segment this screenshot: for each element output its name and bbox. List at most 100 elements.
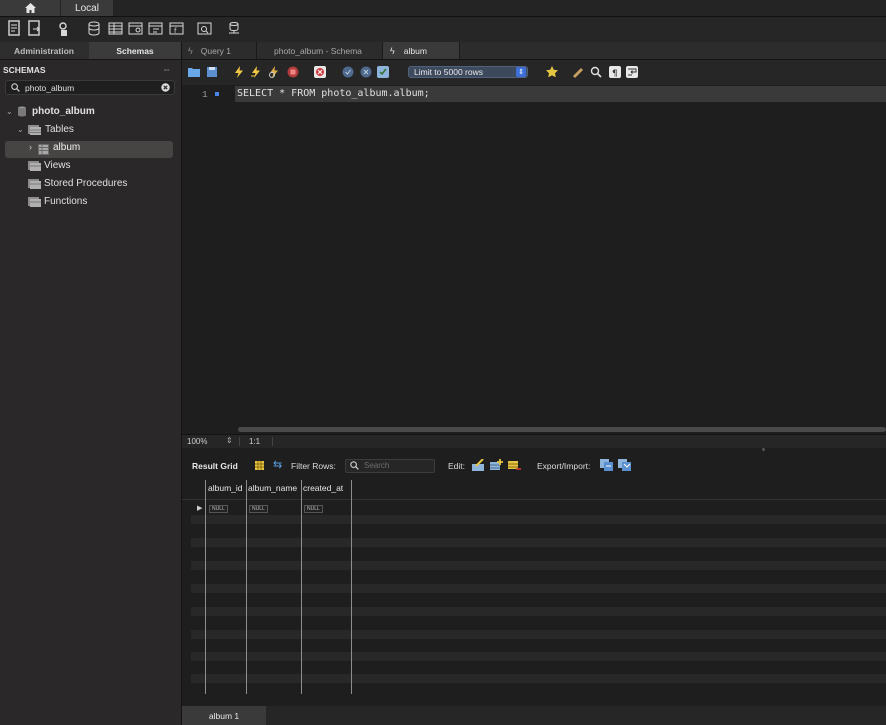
create-schema-icon[interactable] <box>86 20 103 37</box>
clear-search-icon[interactable] <box>161 83 170 92</box>
open-sql-script-icon[interactable] <box>27 20 44 37</box>
table-label: album <box>53 142 81 153</box>
table-row <box>191 652 886 661</box>
null-cell-album-id[interactable]: NULL <box>209 505 228 513</box>
column-header-album-id[interactable]: album_id <box>208 483 243 493</box>
tab-administration[interactable]: Administration <box>0 42 88 59</box>
schema-search-input[interactable] <box>25 81 155 94</box>
search-table-data-icon[interactable] <box>196 20 213 37</box>
search-icon <box>350 461 359 470</box>
new-sql-tab-icon[interactable] <box>7 20 24 37</box>
svg-text:¶: ¶ <box>612 69 618 78</box>
chevron-right-icon[interactable]: › <box>29 142 32 152</box>
grid-view-icon[interactable] <box>255 461 264 470</box>
table-row <box>191 607 886 616</box>
column-header-album-name[interactable]: album_name <box>248 483 297 493</box>
tree-item-table-album[interactable]: › album <box>5 141 173 158</box>
result-grid-label: Result Grid <box>192 461 238 471</box>
functions-label: Functions <box>44 195 88 207</box>
folder-tables-icon <box>28 124 41 135</box>
lightning-icon: ϟ <box>188 45 193 56</box>
horizontal-scrollbar[interactable] <box>238 427 886 432</box>
refresh-schemas-icon[interactable]: ⇔ <box>162 64 171 74</box>
splitter-handle[interactable] <box>762 448 765 451</box>
delete-row-icon[interactable] <box>508 459 521 471</box>
schema-label: photo_album <box>32 105 95 117</box>
word-wrap-icon[interactable] <box>626 66 638 78</box>
explain-icon[interactable] <box>268 66 280 78</box>
tab-schema[interactable]: photo_album - Schema <box>257 42 383 59</box>
home-icon <box>24 3 36 13</box>
folder-functions-icon <box>28 196 41 207</box>
limit-rows-select[interactable]: Limit to 5000 rows ⇕ <box>408 66 528 78</box>
tab-result-album-1[interactable]: album 1 <box>182 706 266 725</box>
create-table-icon[interactable] <box>107 20 124 37</box>
table-row <box>191 515 886 524</box>
insert-row-icon[interactable] <box>490 459 503 471</box>
column-divider <box>301 480 302 694</box>
filter-search-box[interactable]: Search <box>345 459 435 473</box>
chevron-updown-icon: ⇕ <box>516 67 526 77</box>
null-cell-album-name[interactable]: NULL <box>249 505 268 513</box>
export-import-label: Export/Import: <box>537 461 591 471</box>
search-icon <box>11 83 20 92</box>
export-icon[interactable] <box>600 459 613 471</box>
tree-item-tables[interactable]: ⌄ Tables <box>17 121 74 137</box>
connection-tab-local[interactable]: Local <box>61 0 113 16</box>
execute-current-icon[interactable] <box>250 66 262 78</box>
open-file-icon[interactable] <box>188 66 200 78</box>
editor-status-bar: 100% ⇕ 1:1 <box>182 434 886 448</box>
schema-search-box <box>5 80 175 95</box>
invisible-chars-icon[interactable]: ¶ <box>609 66 621 78</box>
filter-placeholder: Search <box>364 461 390 470</box>
edit-row-icon[interactable] <box>472 459 485 471</box>
tree-item-functions[interactable]: Functions <box>28 193 87 209</box>
result-toolbar: Result Grid ⇆ Filter Rows: Search Edit: … <box>182 448 886 480</box>
tables-label: Tables <box>45 123 74 135</box>
beautify-icon[interactable] <box>572 66 584 78</box>
connection-tab-strip: Local <box>0 0 886 17</box>
rollback-icon[interactable] <box>360 66 372 78</box>
null-cell-created-at[interactable]: NULL <box>304 505 323 513</box>
limit-label: Limit to 5000 rows <box>414 67 483 77</box>
navigator-sidebar: Administration Schemas SCHEMAS ⇔ ⌄ photo… <box>0 42 182 725</box>
tab-album[interactable]: ϟ album <box>383 42 460 59</box>
commit-icon[interactable] <box>342 66 354 78</box>
toggle-error-stop-icon[interactable] <box>314 66 326 78</box>
zoom-stepper-icon[interactable]: ⇕ <box>226 436 233 445</box>
table-row <box>191 630 886 639</box>
cursor-position: 1:1 <box>249 437 261 446</box>
home-tab[interactable] <box>0 0 60 16</box>
chevron-down-icon[interactable]: ⌄ <box>17 125 26 134</box>
refresh-icon[interactable]: ⇆ <box>273 458 282 471</box>
sidebar-tabs: Administration Schemas <box>0 42 181 60</box>
autocommit-icon[interactable] <box>377 66 389 78</box>
create-view-icon[interactable] <box>127 20 144 37</box>
import-icon[interactable] <box>618 459 631 471</box>
chevron-down-icon[interactable]: ⌄ <box>6 107 15 116</box>
stop-icon[interactable] <box>287 66 299 78</box>
sql-toolbar: Limit to 5000 rows ⇕ ¶ <box>182 60 886 85</box>
tree-item-views[interactable]: Views <box>28 157 71 173</box>
column-divider <box>351 480 352 694</box>
add-snippet-icon[interactable] <box>546 66 558 78</box>
sql-statement[interactable]: SELECT * FROM photo_album.album; <box>237 88 430 99</box>
zoom-level[interactable]: 100% <box>187 437 207 446</box>
execute-icon[interactable] <box>233 66 245 78</box>
table-row <box>191 584 886 593</box>
tree-item-schema-photo_album[interactable]: ⌄ photo_album <box>6 103 95 119</box>
sql-editor[interactable]: 1 SELECT * FROM photo_album.album; <box>182 86 886 434</box>
find-icon[interactable] <box>590 66 602 78</box>
reconnect-icon[interactable] <box>226 20 243 37</box>
inspector-icon[interactable] <box>56 20 73 37</box>
save-icon[interactable] <box>206 66 218 78</box>
tab-schemas[interactable]: Schemas <box>89 42 181 59</box>
create-procedure-icon[interactable] <box>147 20 164 37</box>
line-number: 1 <box>202 89 208 100</box>
result-grid[interactable]: album_id album_name created_at ▶ NULL NU… <box>182 480 886 694</box>
column-header-created-at[interactable]: created_at <box>303 483 343 493</box>
tab-query-1[interactable]: ϟ Query 1 <box>182 42 257 59</box>
row-pointer-icon: ▶ <box>197 505 203 512</box>
tree-item-stored-procedures[interactable]: Stored Procedures <box>28 175 127 191</box>
create-function-icon[interactable]: f <box>168 20 185 37</box>
